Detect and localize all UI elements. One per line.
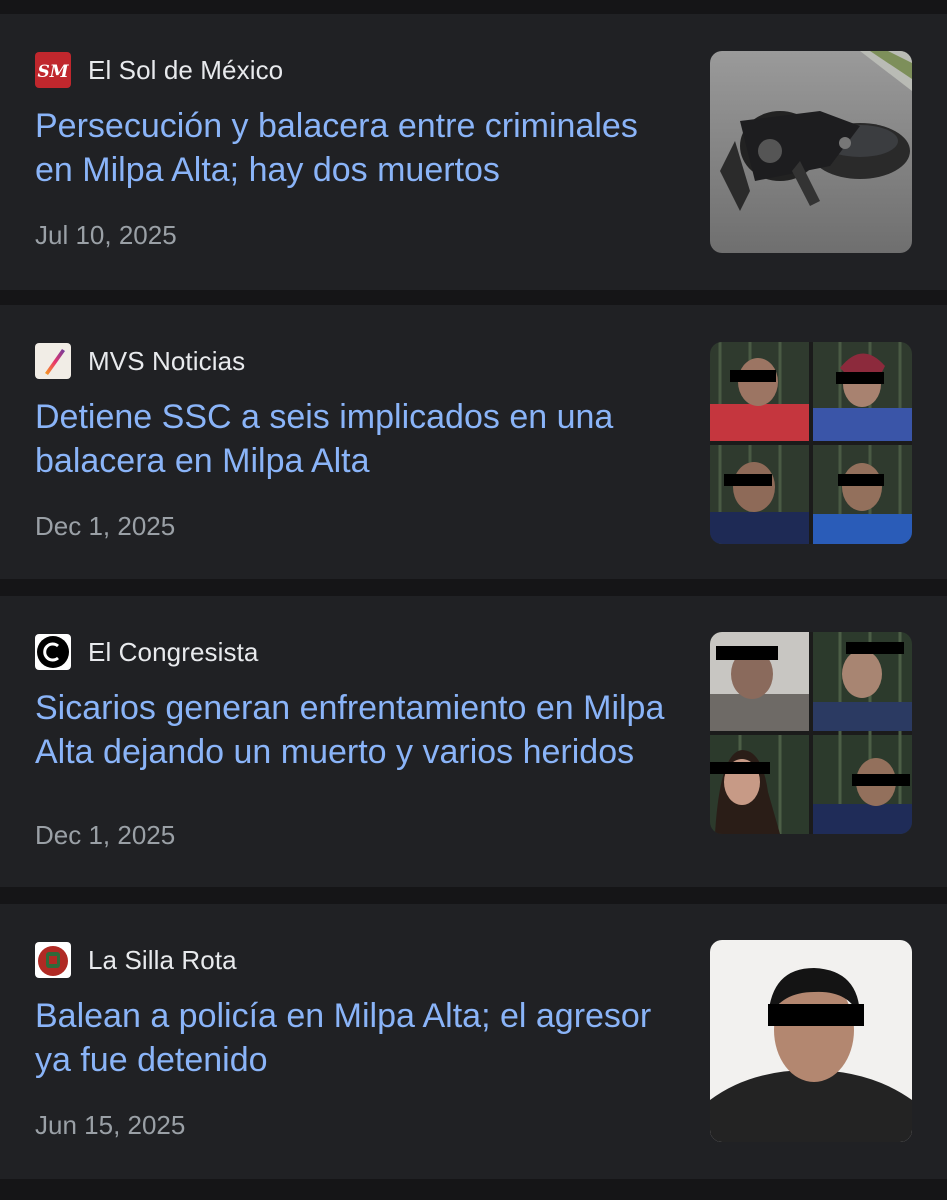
el-sol-de-mexico-logo-icon: SM xyxy=(35,52,71,88)
news-feed: SM El Sol de México Persecución y balace… xyxy=(0,0,947,1200)
detainees-grid-image-2[interactable] xyxy=(710,632,912,834)
svg-text:SM: SM xyxy=(37,62,69,82)
article-title-link[interactable]: Balean a policía en Milpa Alta; el agres… xyxy=(35,994,685,1082)
article-title-link[interactable]: Sicarios generan enfrentamiento en Milpa… xyxy=(35,686,685,774)
crashed-motorcycle-image[interactable] xyxy=(710,51,912,253)
news-source[interactable]: MVS Noticias xyxy=(35,343,245,379)
mvs-noticias-logo-icon xyxy=(35,343,71,379)
article-date: Dec 1, 2025 xyxy=(35,511,176,541)
news-card[interactable]: La Silla Rota Balean a policía en Milpa … xyxy=(0,904,947,1179)
article-date: Jul 10, 2025 xyxy=(35,220,177,250)
article-date: Dec 1, 2025 xyxy=(35,820,176,850)
news-card[interactable]: SM El Sol de México Persecución y balace… xyxy=(0,14,947,290)
news-source[interactable]: La Silla Rota xyxy=(35,942,237,978)
el-congresista-logo-icon xyxy=(35,634,71,670)
source-name: El Sol de México xyxy=(88,54,284,85)
source-name: La Silla Rota xyxy=(88,944,237,975)
news-card[interactable]: El Congresista Sicarios generan enfrenta… xyxy=(0,596,947,887)
detainee-portrait-image[interactable] xyxy=(710,940,912,1142)
article-date: Jun 15, 2025 xyxy=(35,1110,186,1140)
article-title-link[interactable]: Detiene SSC a seis implicados en una bal… xyxy=(35,395,685,483)
detainees-grid-image[interactable] xyxy=(710,342,912,544)
la-silla-rota-logo-icon xyxy=(35,942,71,978)
article-title-link[interactable]: Persecución y balacera entre criminales … xyxy=(35,104,685,192)
source-name: MVS Noticias xyxy=(88,345,246,376)
source-name: El Congresista xyxy=(88,636,259,667)
news-card[interactable]: MVS Noticias Detiene SSC a seis implicad… xyxy=(0,305,947,579)
news-source[interactable]: El Congresista xyxy=(35,634,258,670)
news-source[interactable]: SM El Sol de México xyxy=(35,52,283,88)
